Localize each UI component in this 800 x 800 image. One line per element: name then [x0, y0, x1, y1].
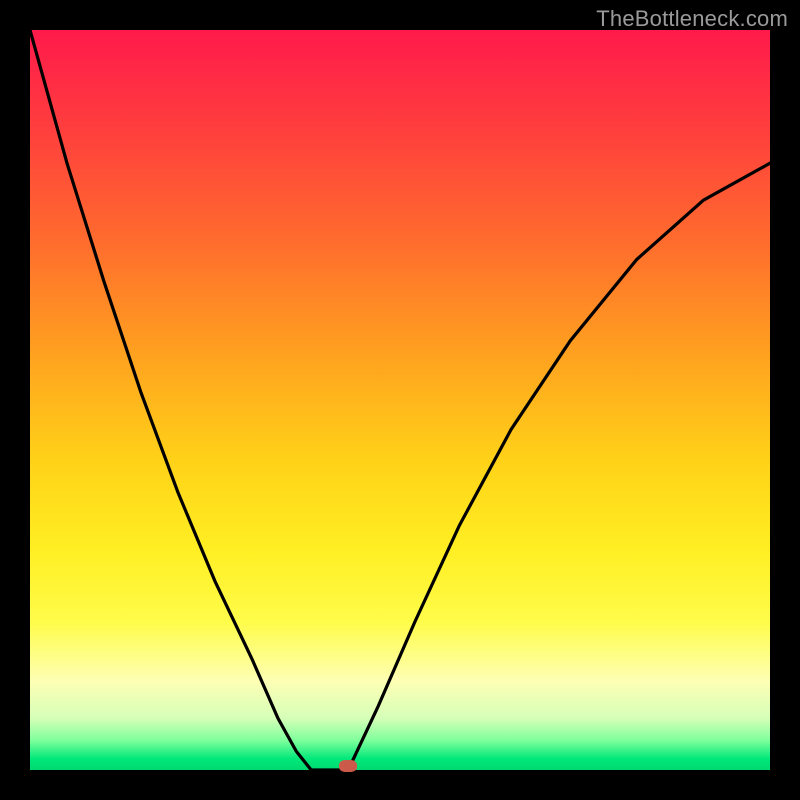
plot-area	[30, 30, 770, 770]
curve-path	[30, 30, 770, 770]
optimal-point-marker	[339, 760, 357, 772]
chart-frame: TheBottleneck.com	[0, 0, 800, 800]
watermark-text: TheBottleneck.com	[596, 6, 788, 32]
bottleneck-curve	[30, 30, 770, 770]
